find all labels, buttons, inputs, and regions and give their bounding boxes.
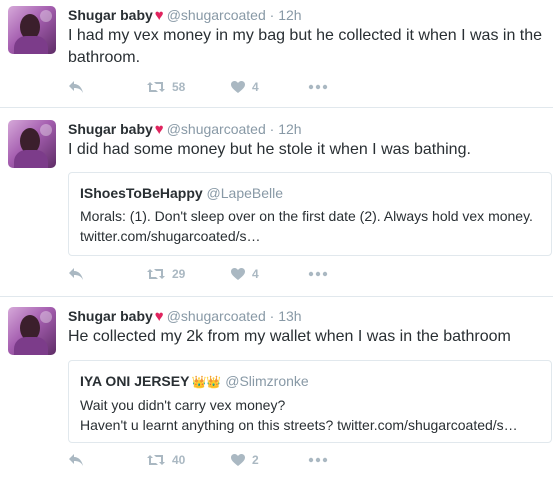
like-count: 2 [252,453,259,467]
heart-emoji-icon: ♥ [154,308,164,325]
quoted-display-name: IYA ONI JERSEY [80,373,190,389]
display-name[interactable]: Shugar baby [68,308,153,324]
like-icon [231,454,245,466]
more-button[interactable] [308,267,328,281]
tweet-3[interactable]: Shugar baby ♥ @shugarcoated · 13h He colle… [0,297,553,481]
user-handle[interactable]: @shugarcoated [167,308,266,324]
user-handle[interactable]: @shugarcoated [167,121,266,137]
like-button[interactable]: 2 [230,453,259,467]
user-handle[interactable]: @shugarcoated [167,7,266,23]
timestamp[interactable]: 12h [278,121,301,137]
reply-button[interactable] [68,267,84,281]
reply-icon [69,454,83,466]
reply-icon [69,268,83,280]
separator-dot: · [269,308,275,324]
heart-emoji-icon: ♥ [154,7,164,24]
like-count: 4 [252,267,259,281]
quoted-text-line-1: Morals: (1). Don't sleep over on the fir… [80,208,533,224]
timestamp[interactable]: 12h [278,7,301,23]
tweet-text: He collected my 2k from my wallet when I… [68,328,511,345]
quoted-display-name: IShoesToBeHappy [80,185,203,201]
more-button[interactable] [308,80,328,94]
tweet-header: Shugar baby ♥ @shugarcoated · 12h [68,6,302,25]
tweet-1[interactable]: Shugar baby ♥ @shugarcoated · 12h I had my… [0,0,553,106]
reply-icon [69,81,83,93]
avatar[interactable] [8,120,56,168]
more-icon [308,457,328,463]
like-icon [231,268,245,280]
tweet-text: I did had some money but he stole it whe… [68,141,471,158]
quoted-handle: @LapeBelle [206,185,284,201]
tweet-header: Shugar baby ♥ @shugarcoated · 12h [68,120,302,139]
display-name[interactable]: Shugar baby [68,121,153,137]
crown-emoji-icon: 👑👑 [191,375,222,389]
more-button[interactable] [308,453,328,467]
quoted-text-line-1: Wait you didn't carry vex money? [80,397,286,413]
more-icon [308,84,328,90]
timestamp[interactable]: 13h [278,308,301,324]
quoted-tweet[interactable]: IShoesToBeHappy @LapeBelle Morals: (1). … [68,172,552,256]
retweet-button[interactable]: 58 [146,80,185,94]
retweet-icon [147,82,165,92]
quoted-tweet[interactable]: IYA ONI JERSEY 👑👑 @Slimzronke Wait you di… [68,360,552,443]
heart-emoji-icon: ♥ [154,121,164,138]
avatar[interactable] [8,307,56,355]
quoted-handle: @Slimzronke [225,373,309,389]
retweet-count: 29 [172,267,186,281]
like-button[interactable]: 4 [230,267,259,281]
avatar[interactable] [8,6,56,54]
retweet-button[interactable]: 40 [146,453,185,467]
like-icon [231,81,245,93]
separator-dot: · [269,121,275,137]
display-name[interactable]: Shugar baby [68,7,153,23]
reply-button[interactable] [68,80,84,94]
separator-dot: · [269,7,275,23]
like-button[interactable]: 4 [230,80,259,94]
retweet-button[interactable]: 29 [146,267,185,281]
retweet-count: 40 [172,453,186,467]
like-count: 4 [252,80,259,94]
reply-button[interactable] [68,453,84,467]
retweet-icon [147,269,165,279]
tweet-header: Shugar baby ♥ @shugarcoated · 13h [68,307,302,326]
tweet-text: I had my vex money in my bag but he coll… [68,27,543,66]
retweet-count: 58 [172,80,186,94]
quoted-link[interactable]: twitter.com/shugarcoated/s… [80,226,540,246]
more-icon [308,271,328,277]
retweet-icon [147,455,165,465]
tweet-2[interactable]: Shugar baby ♥ @shugarcoated · 12h I did ha… [0,108,553,296]
quoted-text-line-2[interactable]: Haven't u learnt anything on this street… [80,415,540,435]
